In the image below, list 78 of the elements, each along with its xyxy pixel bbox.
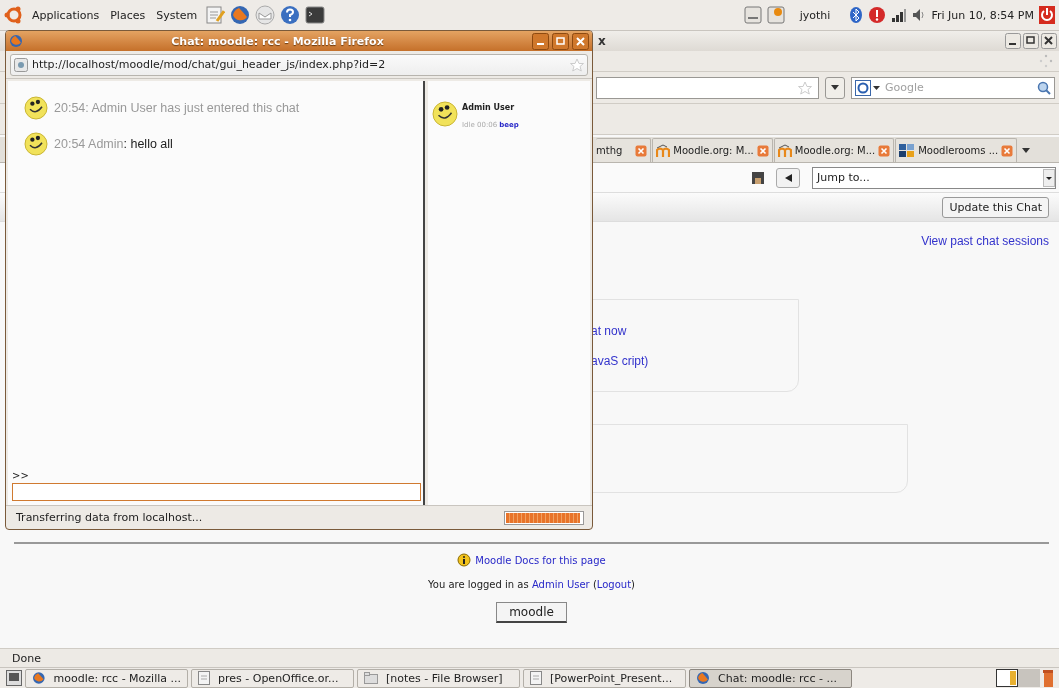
search-field[interactable]: Google — [885, 81, 1033, 94]
window-title: Chat: moodle: rcc - Mozilla Firefox — [170, 34, 385, 48]
login-info: You are logged in as Admin User (Logout) — [428, 579, 635, 590]
history-dropdown-button[interactable] — [825, 76, 845, 99]
caret-icon — [831, 85, 839, 90]
trash-icon[interactable] — [1043, 669, 1053, 687]
smiley-icon — [24, 96, 48, 120]
smiley-icon — [24, 132, 48, 156]
search-icon[interactable] — [1037, 80, 1051, 95]
taskbar-button[interactable]: moodle: rcc - Mozilla ... — [25, 668, 188, 688]
signal-icon[interactable] — [891, 7, 908, 23]
firefox-icon[interactable] — [32, 671, 46, 685]
save-icon[interactable] — [752, 171, 764, 184]
caret-icon — [1043, 168, 1055, 187]
show-desktop-icon[interactable] — [6, 670, 22, 686]
user-name: Admin User — [462, 103, 516, 112]
moodle-icon — [656, 143, 671, 158]
firefox-icon[interactable] — [696, 671, 710, 685]
volume-icon[interactable] — [912, 8, 927, 22]
browser-tab[interactable]: Moodle.org: M... — [652, 138, 773, 162]
address-field[interactable] — [596, 76, 819, 99]
star-icon[interactable] — [570, 57, 584, 72]
search-box[interactable]: Google — [851, 76, 1055, 99]
chat-message: 20:54: Admin User has just entered this chat — [54, 101, 300, 115]
throbber-icon — [1039, 54, 1053, 68]
smiley-icon — [432, 101, 458, 127]
star-icon[interactable] — [798, 80, 812, 95]
window-list-icon[interactable] — [743, 6, 762, 24]
document-icon — [198, 671, 210, 685]
status-text: Done — [12, 651, 41, 665]
close-icon[interactable] — [1041, 33, 1057, 49]
panel-menu[interactable]: Applications — [29, 8, 103, 22]
terminal-icon[interactable] — [305, 5, 326, 25]
address-field[interactable]: http://localhost/moodle/mod/chat/gui_header_js/index.php?id=2 — [10, 53, 588, 76]
update-chat-button[interactable]: Update this Chat — [942, 196, 1049, 218]
browser-tab[interactable]: Moodlerooms ... — [895, 138, 1018, 162]
window-title: x — [598, 34, 606, 48]
info-icon — [457, 553, 472, 567]
page-icon — [14, 57, 28, 72]
maximize-icon[interactable] — [552, 32, 569, 50]
panel-menu[interactable]: System — [153, 8, 201, 22]
workspace-icon[interactable] — [996, 669, 1040, 687]
moodle-icon — [777, 143, 792, 158]
status-text: Transferring data from localhost... — [16, 511, 203, 524]
taskbar-button[interactable]: [PowerPoint_Present... — [523, 668, 686, 688]
browser-tab[interactable]: Moodle.org: M... — [773, 138, 895, 162]
panel-menu[interactable]: Places — [107, 8, 149, 22]
maximize-icon[interactable] — [1023, 33, 1039, 49]
clock[interactable]: Fri Jun 10, 8:54 PM — [931, 8, 1034, 22]
docs-link[interactable]: Moodle Docs for this page — [475, 554, 606, 566]
taskbar-button[interactable]: Chat: moodle: rcc - ... — [689, 668, 852, 688]
folder-icon — [364, 672, 378, 684]
user-name[interactable]: jyothi — [799, 8, 831, 22]
browser-tab[interactable]: mthg — [596, 138, 652, 162]
past-sessions-link[interactable]: View past chat sessions — [921, 234, 1049, 248]
power-icon[interactable] — [1039, 6, 1055, 24]
back-button[interactable] — [776, 167, 800, 188]
help-icon[interactable] — [280, 5, 301, 25]
document-icon — [530, 671, 542, 685]
taskbar-button[interactable]: [notes - File Browser] — [357, 668, 520, 688]
minimize-icon[interactable] — [1005, 33, 1021, 49]
firefox-launcher-icon[interactable] — [230, 5, 251, 25]
chat-message: 20:54 Admin: hello all — [54, 137, 173, 151]
bluetooth-icon[interactable] — [849, 6, 864, 24]
jump-to-select[interactable]: Jump to... — [812, 166, 1056, 189]
message-input[interactable] — [12, 483, 421, 501]
close-icon[interactable] — [572, 32, 589, 50]
prompt-label: >> — [12, 470, 30, 481]
left-arrow-icon — [784, 173, 792, 182]
ubuntu-logo-icon[interactable] — [4, 5, 24, 25]
caret-icon — [1022, 148, 1031, 153]
alert-icon[interactable] — [868, 6, 887, 24]
moodlerooms-icon — [899, 143, 916, 158]
user-link[interactable]: Admin User — [531, 579, 590, 590]
taskbar-button[interactable]: pres - OpenOffice.or... — [191, 668, 354, 688]
home-button[interactable]: moodle — [496, 602, 567, 623]
minimize-icon[interactable] — [532, 32, 549, 50]
search-engine-icon[interactable] — [855, 79, 881, 96]
